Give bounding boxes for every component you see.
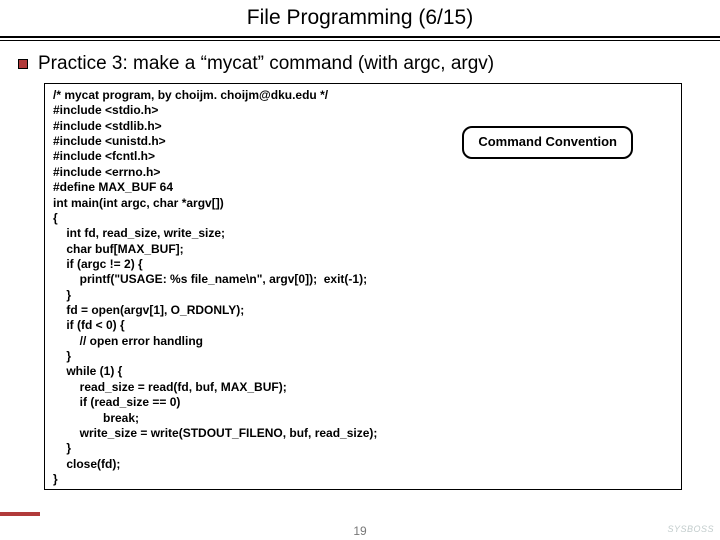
code-line: write_size = write(STDOUT_FILENO, buf, r…	[53, 426, 673, 441]
code-line: }	[53, 472, 673, 487]
bullet-row: Practice 3: make a “mycat” command (with…	[0, 51, 720, 83]
code-line: }	[53, 441, 673, 456]
code-line: }	[53, 288, 673, 303]
code-line: {	[53, 211, 673, 226]
logo-text: SYSBOSS	[667, 524, 714, 534]
code-box: Command Convention /* mycat program, by …	[44, 83, 682, 490]
code-line: int main(int argc, char *argv[])	[53, 196, 673, 211]
code-line: fd = open(argv[1], O_RDONLY);	[53, 303, 673, 318]
code-line: read_size = read(fd, buf, MAX_BUF);	[53, 380, 673, 395]
code-line: /* mycat program, by choijm. choijm@dku.…	[53, 88, 673, 103]
code-line: #define MAX_BUF 64	[53, 180, 673, 195]
code-line: // open error handling	[53, 334, 673, 349]
code-line: #include <errno.h>	[53, 165, 673, 180]
code-line: printf("USAGE: %s file_name\n", argv[0])…	[53, 272, 673, 287]
code-line: if (fd < 0) {	[53, 318, 673, 333]
code-line: if (read_size == 0)	[53, 395, 673, 410]
code-line: break;	[53, 411, 673, 426]
divider-bottom	[0, 40, 720, 41]
divider-top	[0, 36, 720, 38]
code-line: if (argc != 2) {	[53, 257, 673, 272]
slide-title: File Programming (6/15)	[0, 6, 720, 30]
code-line: close(fd);	[53, 457, 673, 472]
code-line: while (1) {	[53, 364, 673, 379]
code-line: #include <stdio.h>	[53, 103, 673, 118]
footer-accent-bar	[0, 512, 40, 516]
code-line: }	[53, 349, 673, 364]
bullet-square-icon	[18, 59, 28, 69]
callout-box: Command Convention	[462, 126, 633, 159]
title-area: File Programming (6/15)	[0, 0, 720, 34]
page-number: 19	[0, 524, 720, 538]
bullet-text: Practice 3: make a “mycat” command (with…	[38, 53, 494, 75]
code-line: char buf[MAX_BUF];	[53, 242, 673, 257]
code-line: int fd, read_size, write_size;	[53, 226, 673, 241]
